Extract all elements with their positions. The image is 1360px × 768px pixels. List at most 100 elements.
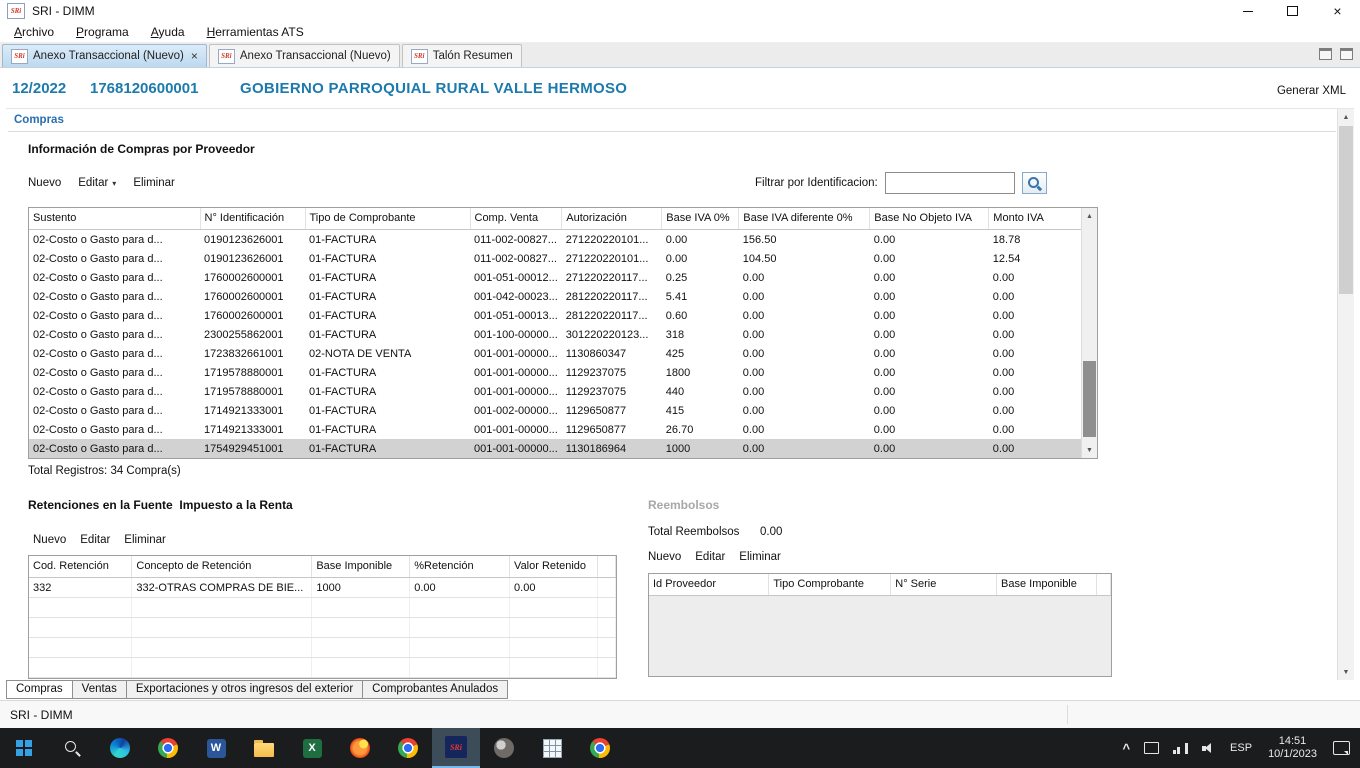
network-tray-button[interactable] xyxy=(1166,728,1195,768)
editar-button[interactable]: Editar xyxy=(695,551,725,563)
table-row[interactable]: 02-Costo o Gasto para d...17195788800010… xyxy=(29,382,1093,401)
chrome-icon[interactable] xyxy=(576,728,624,768)
table-row[interactable]: 02-Costo o Gasto para d...17238326610010… xyxy=(29,344,1093,363)
hidden-icons-chevron[interactable]: ^ xyxy=(1115,728,1137,768)
scroll-down-icon[interactable]: ▼ xyxy=(1082,442,1097,458)
table-row[interactable]: 02-Costo o Gasto para d...01901236260010… xyxy=(29,230,1093,250)
editar-button[interactable]: Editar▾ xyxy=(78,177,116,189)
column-header[interactable]: Autorización xyxy=(562,208,662,230)
column-header[interactable]: Base No Objeto IVA xyxy=(870,208,989,230)
column-header[interactable]: N° Identificación xyxy=(200,208,305,230)
empty-row xyxy=(29,658,616,678)
nuevo-button[interactable]: Nuevo xyxy=(28,177,61,189)
generar-xml-button[interactable]: Generar XML xyxy=(1277,85,1346,97)
nuevo-button[interactable]: Nuevo xyxy=(648,551,681,563)
notification-center-button[interactable] xyxy=(1326,728,1360,768)
file-explorer-icon[interactable] xyxy=(240,728,288,768)
table-row[interactable]: 02-Costo o Gasto para d...17549294510010… xyxy=(29,439,1093,458)
table-row[interactable]: 02-Costo o Gasto para d...17600026000010… xyxy=(29,306,1093,325)
table-row[interactable]: 02-Costo o Gasto para d...17195788800010… xyxy=(29,363,1093,382)
search-icon[interactable] xyxy=(48,728,96,768)
editar-button[interactable]: Editar xyxy=(80,534,110,546)
column-header[interactable]: Comp. Venta xyxy=(470,208,562,230)
column-header[interactable]: Base IVA diferente 0% xyxy=(739,208,870,230)
compras-table-scrollbar[interactable]: ▲ ▼ xyxy=(1081,208,1097,458)
scroll-up-icon[interactable]: ▲ xyxy=(1082,208,1097,224)
table-row[interactable]: 332332-OTRAS COMPRAS DE BIE...10000.000.… xyxy=(29,578,616,598)
column-header[interactable]: Tipo Comprobante xyxy=(769,574,891,596)
sri-dimm-icon[interactable]: SRi xyxy=(432,728,480,768)
table-row[interactable]: 02-Costo o Gasto para d...17149213330010… xyxy=(29,420,1093,439)
eliminar-label: Eliminar xyxy=(739,551,781,563)
tab-comprobantes-anulados[interactable]: Comprobantes Anulados xyxy=(363,680,508,699)
table-row[interactable]: 02-Costo o Gasto para d...01901236260010… xyxy=(29,249,1093,268)
column-header[interactable] xyxy=(598,556,616,578)
word-icon[interactable]: W xyxy=(192,728,240,768)
nuevo-label: Nuevo xyxy=(28,177,61,189)
table-row[interactable]: 02-Costo o Gasto para d...23002558620010… xyxy=(29,325,1093,344)
sri-logo-icon: SRi xyxy=(411,49,428,64)
excel-icon[interactable]: X xyxy=(288,728,336,768)
column-header[interactable]: Sustento xyxy=(29,208,200,230)
chrome-icon[interactable] xyxy=(144,728,192,768)
column-header[interactable]: Concepto de Retención xyxy=(132,556,312,578)
column-header[interactable]: Base Imponible xyxy=(997,574,1097,596)
minimize-button[interactable] xyxy=(1225,0,1270,22)
eliminar-button[interactable]: Eliminar xyxy=(133,177,175,189)
column-header[interactable]: Id Proveedor xyxy=(649,574,769,596)
tab-anexo-transaccional-2[interactable]: SRi Anexo Transaccional (Nuevo) xyxy=(209,44,400,67)
tab-exportaciones[interactable]: Exportaciones y otros ingresos del exter… xyxy=(127,680,363,699)
filter-input[interactable] xyxy=(885,172,1015,194)
maximize-button[interactable] xyxy=(1270,0,1315,22)
scroll-thumb[interactable] xyxy=(1339,126,1353,294)
column-header[interactable]: Tipo de Comprobante xyxy=(305,208,470,230)
menu-archivo[interactable]: Archivo xyxy=(3,23,65,41)
close-icon[interactable]: × xyxy=(191,49,198,63)
eliminar-button[interactable]: Eliminar xyxy=(739,551,781,563)
column-header[interactable]: Valor Retenido xyxy=(510,556,598,578)
column-header[interactable]: Base IVA 0% xyxy=(662,208,739,230)
table-row[interactable]: 02-Costo o Gasto para d...17600026000010… xyxy=(29,287,1093,306)
column-header[interactable]: %Retención xyxy=(410,556,510,578)
eliminar-button[interactable]: Eliminar xyxy=(124,534,166,546)
retenciones-title: Retenciones en la Fuente Impuesto a la R… xyxy=(28,498,293,512)
clock[interactable]: 14:51 10/1/2023 xyxy=(1259,728,1326,768)
close-button[interactable]: × xyxy=(1315,0,1360,22)
column-header[interactable] xyxy=(1096,574,1110,596)
scroll-thumb[interactable] xyxy=(1083,361,1096,437)
scroll-up-icon[interactable]: ▲ xyxy=(1338,109,1354,125)
scroll-down-icon[interactable]: ▼ xyxy=(1338,664,1354,680)
gimp-icon[interactable] xyxy=(480,728,528,768)
display-tray-button[interactable] xyxy=(1137,728,1166,768)
spreadsheet-app-icon xyxy=(543,739,562,758)
menu-programa[interactable]: Programa xyxy=(65,23,140,41)
menu-ayuda[interactable]: Ayuda xyxy=(140,23,196,41)
firefox-icon xyxy=(350,738,370,758)
minimize-view-icon[interactable] xyxy=(1319,48,1332,60)
edge-icon[interactable] xyxy=(96,728,144,768)
eliminar-label: Eliminar xyxy=(124,534,166,546)
eliminar-label: Eliminar xyxy=(133,177,175,189)
column-header[interactable]: Cod. Retención xyxy=(29,556,132,578)
tab-talon-resumen[interactable]: SRi Talón Resumen xyxy=(402,44,522,67)
tab-compras[interactable]: Compras xyxy=(6,680,73,699)
column-header[interactable]: Monto IVA xyxy=(989,208,1093,230)
spreadsheet-app-icon[interactable] xyxy=(528,728,576,768)
tab-ventas[interactable]: Ventas xyxy=(73,680,127,699)
chrome-icon[interactable] xyxy=(384,728,432,768)
start-button[interactable] xyxy=(0,728,48,768)
column-header[interactable]: Base Imponible xyxy=(312,556,410,578)
volume-tray-button[interactable] xyxy=(1195,728,1223,768)
table-row[interactable]: 02-Costo o Gasto para d...17600026000010… xyxy=(29,268,1093,287)
tab-anexo-transaccional-1[interactable]: SRi Anexo Transaccional (Nuevo) × xyxy=(2,44,207,67)
menu-herramientas-ats[interactable]: Herramientas ATS xyxy=(196,23,315,41)
main-scrollbar[interactable]: ▲ ▼ xyxy=(1337,109,1354,680)
maximize-view-icon[interactable] xyxy=(1340,48,1353,60)
table-row[interactable]: 02-Costo o Gasto para d...17149213330010… xyxy=(29,401,1093,420)
nuevo-button[interactable]: Nuevo xyxy=(33,534,66,546)
search-button[interactable] xyxy=(1022,172,1047,194)
view-buttons xyxy=(1319,48,1353,60)
language-indicator[interactable]: ESP xyxy=(1223,728,1259,768)
column-header[interactable]: N° Serie xyxy=(891,574,997,596)
firefox-icon[interactable] xyxy=(336,728,384,768)
